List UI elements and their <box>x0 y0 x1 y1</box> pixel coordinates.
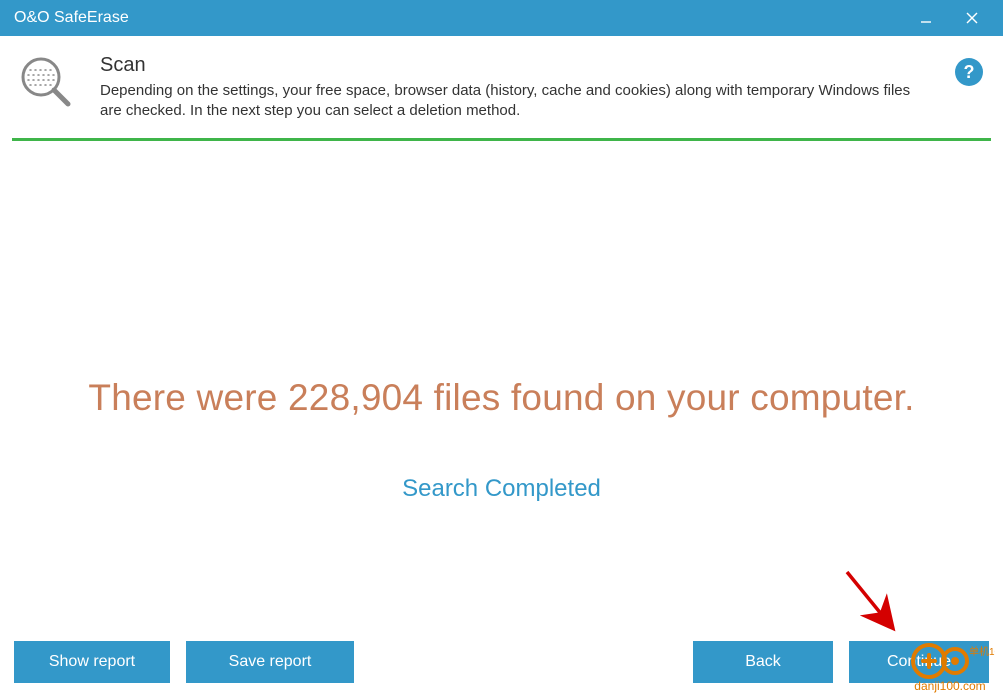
footer-actions: Show report Save report Back Continue <box>0 641 1003 683</box>
status-text: Search Completed <box>0 475 1003 503</box>
back-button[interactable]: Back <box>693 641 833 683</box>
continue-button[interactable]: Continue <box>849 641 989 683</box>
main-content: There were 228,904 files found on your c… <box>0 141 1003 503</box>
minimize-button[interactable] <box>903 4 949 32</box>
show-report-button[interactable]: Show report <box>14 641 170 683</box>
page-header: Scan Depending on the settings, your fre… <box>0 36 1003 138</box>
window-titlebar: O&O SafeErase <box>0 0 1003 36</box>
scan-icon <box>18 54 74 115</box>
close-button[interactable] <box>949 4 995 32</box>
help-icon: ? <box>964 62 975 83</box>
annotation-arrow-icon <box>839 564 909 644</box>
page-title: Scan <box>100 54 955 77</box>
window-title: O&O SafeErase <box>14 9 129 27</box>
result-summary: There were 228,904 files found on your c… <box>0 377 1003 419</box>
help-button[interactable]: ? <box>955 58 983 86</box>
page-description: Depending on the settings, your free spa… <box>100 81 920 122</box>
save-report-button[interactable]: Save report <box>186 641 354 683</box>
